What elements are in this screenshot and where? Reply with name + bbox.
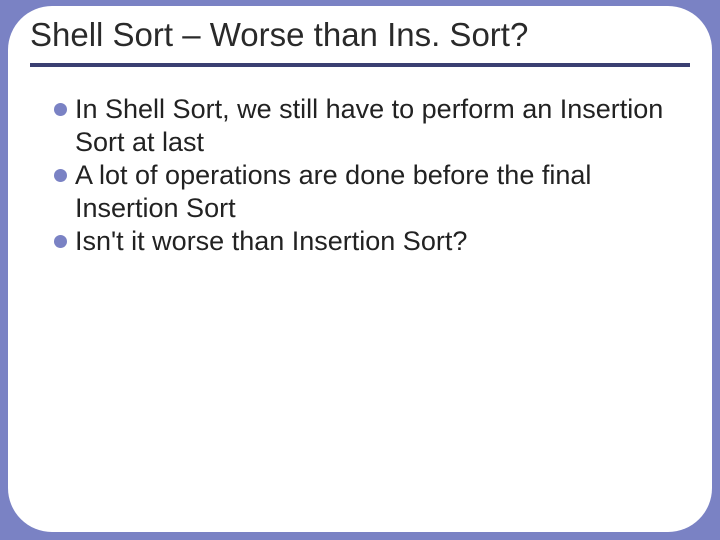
bullet-text: A lot of operations are done before the … — [75, 159, 666, 225]
slide-body: In Shell Sort, we still have to perform … — [8, 67, 712, 258]
bullet-text: Isn't it worse than Insertion Sort? — [75, 225, 467, 258]
list-item: A lot of operations are done before the … — [54, 159, 666, 225]
bullet-icon — [54, 103, 67, 116]
slide-card: Shell Sort – Worse than Ins. Sort? In Sh… — [8, 6, 712, 532]
list-item: Isn't it worse than Insertion Sort? — [54, 225, 666, 258]
list-item: In Shell Sort, we still have to perform … — [54, 93, 666, 159]
bullet-icon — [54, 235, 67, 248]
bullet-icon — [54, 169, 67, 182]
title-area: Shell Sort – Worse than Ins. Sort? — [8, 6, 712, 67]
bullet-text: In Shell Sort, we still have to perform … — [75, 93, 666, 159]
slide-title: Shell Sort – Worse than Ins. Sort? — [30, 14, 690, 63]
